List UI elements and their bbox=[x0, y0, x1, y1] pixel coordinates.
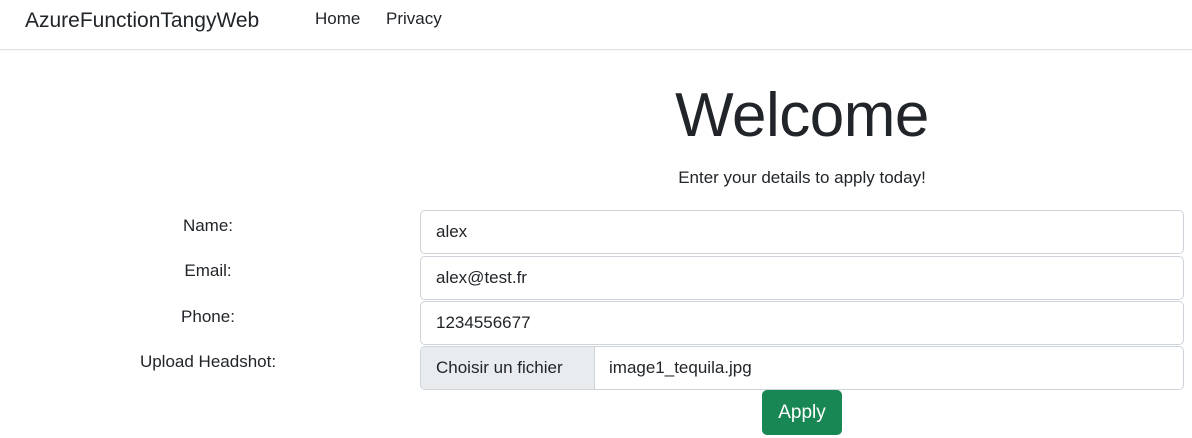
name-label: Name: bbox=[182, 216, 234, 235]
upload-headshot-label: Upload Headshot: bbox=[139, 352, 277, 371]
nav-link-privacy[interactable]: Privacy bbox=[386, 8, 442, 30]
file-upload-input[interactable]: Choisir un fichier image1_tequila.jpg bbox=[420, 346, 1184, 390]
name-input[interactable] bbox=[420, 210, 1184, 254]
page-subtitle: Enter your details to apply today! bbox=[678, 168, 926, 187]
email-input[interactable] bbox=[420, 256, 1184, 300]
nav-link-home[interactable]: Home bbox=[315, 8, 360, 30]
page-title: Welcome bbox=[675, 81, 929, 150]
navbar: AzureFunctionTangyWeb Home Privacy bbox=[0, 0, 1192, 50]
brand-link[interactable]: AzureFunctionTangyWeb bbox=[25, 7, 259, 35]
phone-input[interactable] bbox=[420, 301, 1184, 345]
choose-file-button[interactable]: Choisir un fichier bbox=[421, 347, 595, 389]
email-label: Email: bbox=[184, 261, 232, 280]
apply-button[interactable]: Apply bbox=[762, 390, 842, 435]
phone-label: Phone: bbox=[181, 307, 235, 326]
selected-file-name: image1_tequila.jpg bbox=[609, 358, 752, 377]
